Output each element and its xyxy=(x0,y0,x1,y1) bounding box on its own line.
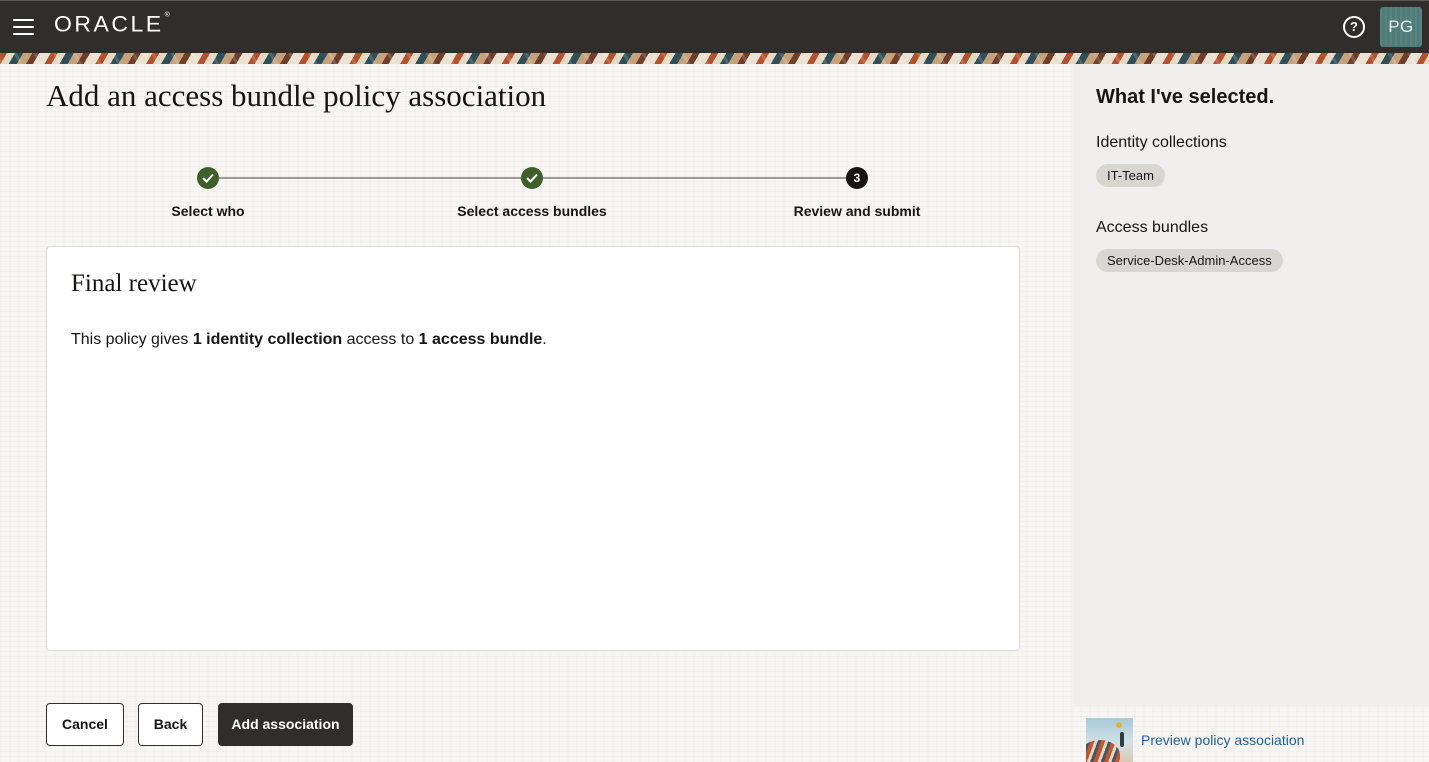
summary-text-3: . xyxy=(542,331,547,348)
back-button[interactable]: Back xyxy=(138,703,203,746)
selection-panel-title: What I've selected. xyxy=(1096,86,1275,108)
step-1-check-icon xyxy=(197,167,219,189)
preview-policy-association-link[interactable]: Preview policy association xyxy=(1141,732,1304,748)
add-association-button[interactable]: Add association xyxy=(218,703,353,746)
final-review-title: Final review xyxy=(71,270,197,297)
access-bundles-label: Access bundles xyxy=(1096,219,1209,236)
step-1-label: Select who xyxy=(171,203,245,219)
preview-illustration-icon xyxy=(1086,718,1133,762)
progress-stepper: Select who Select access bundles 3 Revie… xyxy=(0,160,1060,230)
decorative-banner xyxy=(0,53,1429,64)
oracle-logo[interactable]: ORACLE® xyxy=(54,12,170,38)
step-3-label: Review and submit xyxy=(793,203,921,219)
cancel-button[interactable]: Cancel xyxy=(46,703,124,746)
access-bundle-chip: Service-Desk-Admin-Access xyxy=(1096,249,1283,272)
step-2-check-icon xyxy=(521,167,543,189)
user-avatar[interactable]: PG xyxy=(1380,7,1422,47)
hamburger-menu-icon[interactable] xyxy=(13,18,34,35)
summary-text-1: This policy gives xyxy=(71,331,193,348)
step-connector xyxy=(543,177,846,179)
page-title: Add an access bundle policy association xyxy=(46,78,547,113)
step-3-number: 3 xyxy=(846,167,868,189)
review-summary: This policy gives 1 identity collection … xyxy=(71,331,547,349)
identity-collection-chip: IT-Team xyxy=(1096,164,1165,187)
identity-count: 1 identity collection xyxy=(192,331,343,348)
step-connector xyxy=(219,177,521,179)
bundle-count: 1 access bundle xyxy=(418,331,543,348)
summary-text-2: access to xyxy=(342,331,419,348)
help-icon[interactable]: ? xyxy=(1343,16,1365,38)
logo-text: ORACLE xyxy=(54,11,164,37)
identity-collections-label: Identity collections xyxy=(1096,134,1227,151)
step-2-label: Select access bundles xyxy=(457,203,607,219)
registered-mark: ® xyxy=(164,11,170,19)
top-navigation-bar: ORACLE® ? PG xyxy=(0,0,1429,53)
final-review-card: Final review This policy gives 1 identit… xyxy=(46,246,1020,651)
selection-summary-panel: What I've selected. Identity collections… xyxy=(1073,64,1429,706)
